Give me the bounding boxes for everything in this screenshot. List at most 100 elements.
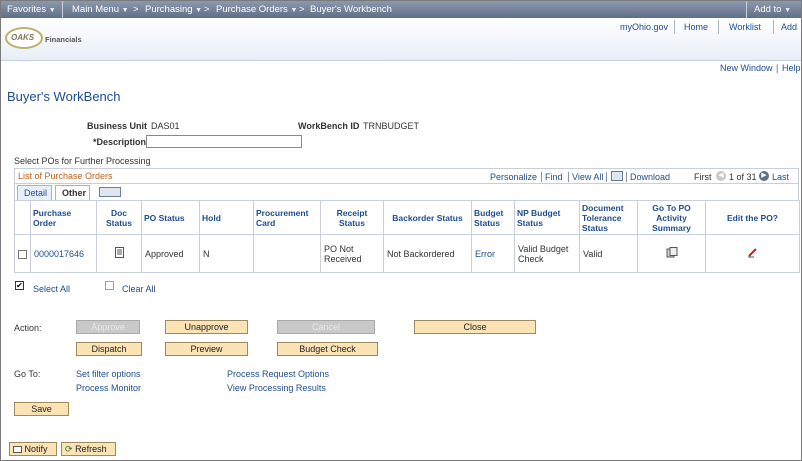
breadcrumb-separator: >: [204, 4, 210, 15]
backorder-status-cell: Not Backordered: [383, 234, 472, 273]
zoom-grid-icon[interactable]: [611, 171, 623, 181]
dispatch-button[interactable]: Dispatch: [76, 342, 142, 356]
doc-tolerance-cell: Valid: [579, 234, 638, 273]
column-header[interactable]: Receipt Status: [320, 200, 384, 235]
add-to-menu[interactable]: Add to ▼: [754, 4, 791, 15]
home-link[interactable]: Home: [684, 22, 708, 32]
row-select-checkbox[interactable]: [18, 249, 27, 259]
notify-label: Notify: [24, 444, 48, 454]
personalize-link[interactable]: Personalize: [490, 172, 537, 182]
budget-check-button[interactable]: Budget Check: [277, 342, 378, 356]
column-header[interactable]: Purchase Order: [30, 200, 97, 235]
header-divider: [773, 20, 774, 34]
receipt-status-cell: PO Not Received: [320, 234, 384, 273]
row-range: 1 of 31: [729, 172, 757, 182]
activity-summary-cell: [637, 234, 706, 273]
first-label: First: [694, 172, 712, 182]
process-request-options-link[interactable]: Process Request Options: [227, 369, 329, 379]
description-field[interactable]: [146, 135, 302, 148]
column-header[interactable]: Doc Status: [96, 200, 142, 235]
workbench-id-label: WorkBench ID: [298, 121, 360, 131]
tab-other[interactable]: Other: [55, 185, 90, 200]
procurement-card-cell: [253, 234, 321, 273]
add-to-link[interactable]: Add: [781, 22, 797, 32]
grid-header: List of Purchase Orders Personalize Find…: [14, 168, 799, 184]
grid-link-divider: [626, 172, 627, 182]
breadcrumb-purchase-orders[interactable]: Purchase Orders ▼: [216, 4, 297, 15]
process-monitor-link[interactable]: Process Monitor: [76, 383, 141, 393]
action-label: Action:: [14, 323, 42, 333]
notify-button[interactable]: Notify: [9, 442, 57, 456]
worklist-link[interactable]: Worklist: [729, 22, 761, 32]
purchase-order-link[interactable]: 0000017646: [30, 234, 97, 273]
grid-link-divider: [568, 172, 569, 182]
new-window-link[interactable]: New Window: [720, 63, 773, 73]
tab-detail[interactable]: Detail: [17, 185, 52, 200]
myohio-link[interactable]: myOhio.gov: [620, 22, 668, 32]
link-divider: |: [776, 63, 779, 73]
unapprove-button[interactable]: Unapprove: [165, 320, 248, 334]
find-link[interactable]: Find: [545, 172, 563, 182]
next-page-icon[interactable]: ▶: [759, 171, 769, 181]
help-link[interactable]: Help: [782, 63, 801, 73]
select-all-link[interactable]: Select All: [33, 284, 70, 294]
logo-oaks-text: OAKS: [11, 33, 35, 42]
show-all-columns-icon[interactable]: [99, 187, 121, 197]
np-budget-status-cell: Valid Budget Check: [514, 234, 580, 273]
column-header[interactable]: Backorder Status: [383, 200, 472, 235]
breadcrumb-current[interactable]: Buyer's Workbench: [310, 4, 392, 15]
close-button[interactable]: Close: [414, 320, 536, 334]
grid-caption: List of Purchase Orders: [18, 171, 113, 181]
purchase-orders-grid: Purchase Order Doc Status PO Status Hold…: [14, 200, 800, 273]
refresh-button[interactable]: ⟳ Refresh: [61, 442, 116, 456]
cancel-button[interactable]: Cancel: [277, 320, 375, 334]
oaks-logo: OAKS Financials: [5, 25, 83, 53]
refresh-icon: ⟳: [65, 444, 73, 454]
preview-button[interactable]: Preview: [165, 342, 248, 356]
last-link[interactable]: Last: [772, 172, 789, 182]
edit-pencil-icon[interactable]: [747, 247, 758, 258]
approve-button[interactable]: Approve: [76, 320, 140, 334]
clear-all-icon[interactable]: [105, 280, 114, 291]
breadcrumb-purchasing[interactable]: Purchasing ▼: [145, 4, 202, 15]
header-divider: [674, 20, 675, 34]
workbench-id-value: TRNBUDGET: [363, 121, 419, 131]
header-divider: [718, 20, 719, 34]
breadcrumb-separator: >: [299, 4, 305, 15]
goto-label: Go To:: [14, 369, 41, 379]
grid-header-row: Purchase Order Doc Status PO Status Hold…: [14, 200, 800, 235]
browser-frame: Favorites ▼ Main Menu ▼ > Purchasing ▼ >…: [0, 0, 802, 461]
column-header[interactable]: Procurement Card: [253, 200, 321, 235]
column-header[interactable]: PO Status: [141, 200, 200, 235]
grid-link-divider: [606, 172, 607, 182]
nav-divider: [746, 1, 747, 18]
view-processing-results-link[interactable]: View Processing Results: [227, 383, 326, 393]
activity-summary-icon[interactable]: [666, 247, 678, 258]
download-link[interactable]: Download: [630, 172, 670, 182]
refresh-label: Refresh: [75, 444, 107, 454]
column-header[interactable]: Budget Status: [471, 200, 515, 235]
description-label: *Description: [93, 137, 147, 147]
page-title: Buyer's WorkBench: [7, 89, 121, 104]
hold-cell: N: [199, 234, 254, 273]
main-menu[interactable]: Main Menu ▼: [72, 4, 129, 15]
select-all-icon[interactable]: ✔: [15, 280, 24, 291]
column-header[interactable]: Hold: [199, 200, 254, 235]
previous-page-icon[interactable]: ◀: [716, 171, 726, 181]
column-header: Go To PO Activity Summary: [637, 200, 706, 235]
business-unit-label: Business Unit: [87, 121, 148, 131]
document-icon[interactable]: [114, 247, 124, 258]
column-header[interactable]: NP Budget Status: [514, 200, 580, 235]
grid-link-divider: [541, 172, 542, 182]
doc-status-cell: [96, 234, 142, 273]
select-instructions: Select POs for Further Processing: [14, 156, 151, 166]
set-filter-options-link[interactable]: Set filter options: [76, 369, 141, 379]
business-unit-value: DAS01: [151, 121, 180, 131]
budget-status-link[interactable]: Error: [471, 234, 515, 273]
column-header[interactable]: Document Tolerance Status: [579, 200, 638, 235]
nav-divider: [62, 1, 63, 18]
favorites-menu[interactable]: Favorites ▼: [7, 4, 56, 15]
clear-all-link[interactable]: Clear All: [122, 284, 156, 294]
view-all-link[interactable]: View All: [572, 172, 603, 182]
save-button[interactable]: Save: [14, 402, 69, 416]
